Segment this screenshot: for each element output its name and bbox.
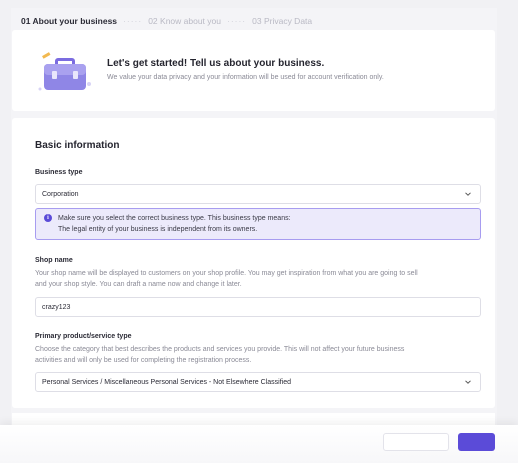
- step-know-about-you[interactable]: 02 Know about you: [148, 16, 221, 26]
- action-bar: [0, 425, 518, 463]
- info-icon: i: [44, 214, 52, 222]
- basic-info-form: Basic information Business type Corporat…: [12, 118, 495, 408]
- shop-name-value: crazy123: [42, 303, 71, 311]
- step-separator: ·····: [226, 15, 247, 26]
- intro-subtitle: We value your data privacy and your info…: [107, 74, 384, 81]
- back-button[interactable]: [383, 433, 449, 451]
- primary-category-value: Personal Services / Miscellaneous Person…: [42, 378, 291, 386]
- shop-name-help-line-1: Your shop name will be displayed to cust…: [35, 270, 418, 277]
- primary-category-label: Primary product/service type: [35, 333, 132, 340]
- chevron-down-icon: [465, 192, 471, 196]
- intro-title: Let's get started! Tell us about your bu…: [107, 58, 325, 69]
- business-type-notice: i Make sure you select the correct busin…: [35, 208, 481, 240]
- intro-card: Let's get started! Tell us about your bu…: [12, 30, 495, 111]
- chevron-down-icon: [465, 380, 471, 384]
- shop-name-help-line-2: and your shop style. You can draft a nam…: [35, 281, 242, 288]
- business-type-label: Business type: [35, 169, 83, 176]
- section-title: Basic information: [35, 140, 120, 151]
- business-type-select[interactable]: Corporation: [35, 184, 481, 204]
- next-button[interactable]: [458, 433, 495, 451]
- briefcase-icon: [38, 52, 91, 91]
- business-type-value: Corporation: [42, 190, 79, 198]
- step-separator: ·····: [123, 15, 143, 26]
- step-privacy-data[interactable]: 03 Privacy Data: [252, 16, 312, 26]
- primary-category-help: Choose the category that best describes …: [35, 344, 475, 366]
- shop-name-help: Your shop name will be displayed to cust…: [35, 268, 475, 290]
- shop-name-label: Shop name: [35, 257, 73, 264]
- shop-name-input[interactable]: crazy123: [35, 297, 481, 317]
- notice-line-1: Make sure you select the correct busines…: [58, 215, 291, 222]
- primary-category-help-line-1: Choose the category that best describes …: [35, 346, 405, 353]
- primary-category-help-line-2: activities and will only be used for com…: [35, 357, 252, 364]
- primary-category-select[interactable]: Personal Services / Miscellaneous Person…: [35, 372, 481, 392]
- step-about-business[interactable]: 01 About your business: [21, 16, 117, 26]
- notice-line-2: The legal entity of your business is ind…: [58, 226, 258, 233]
